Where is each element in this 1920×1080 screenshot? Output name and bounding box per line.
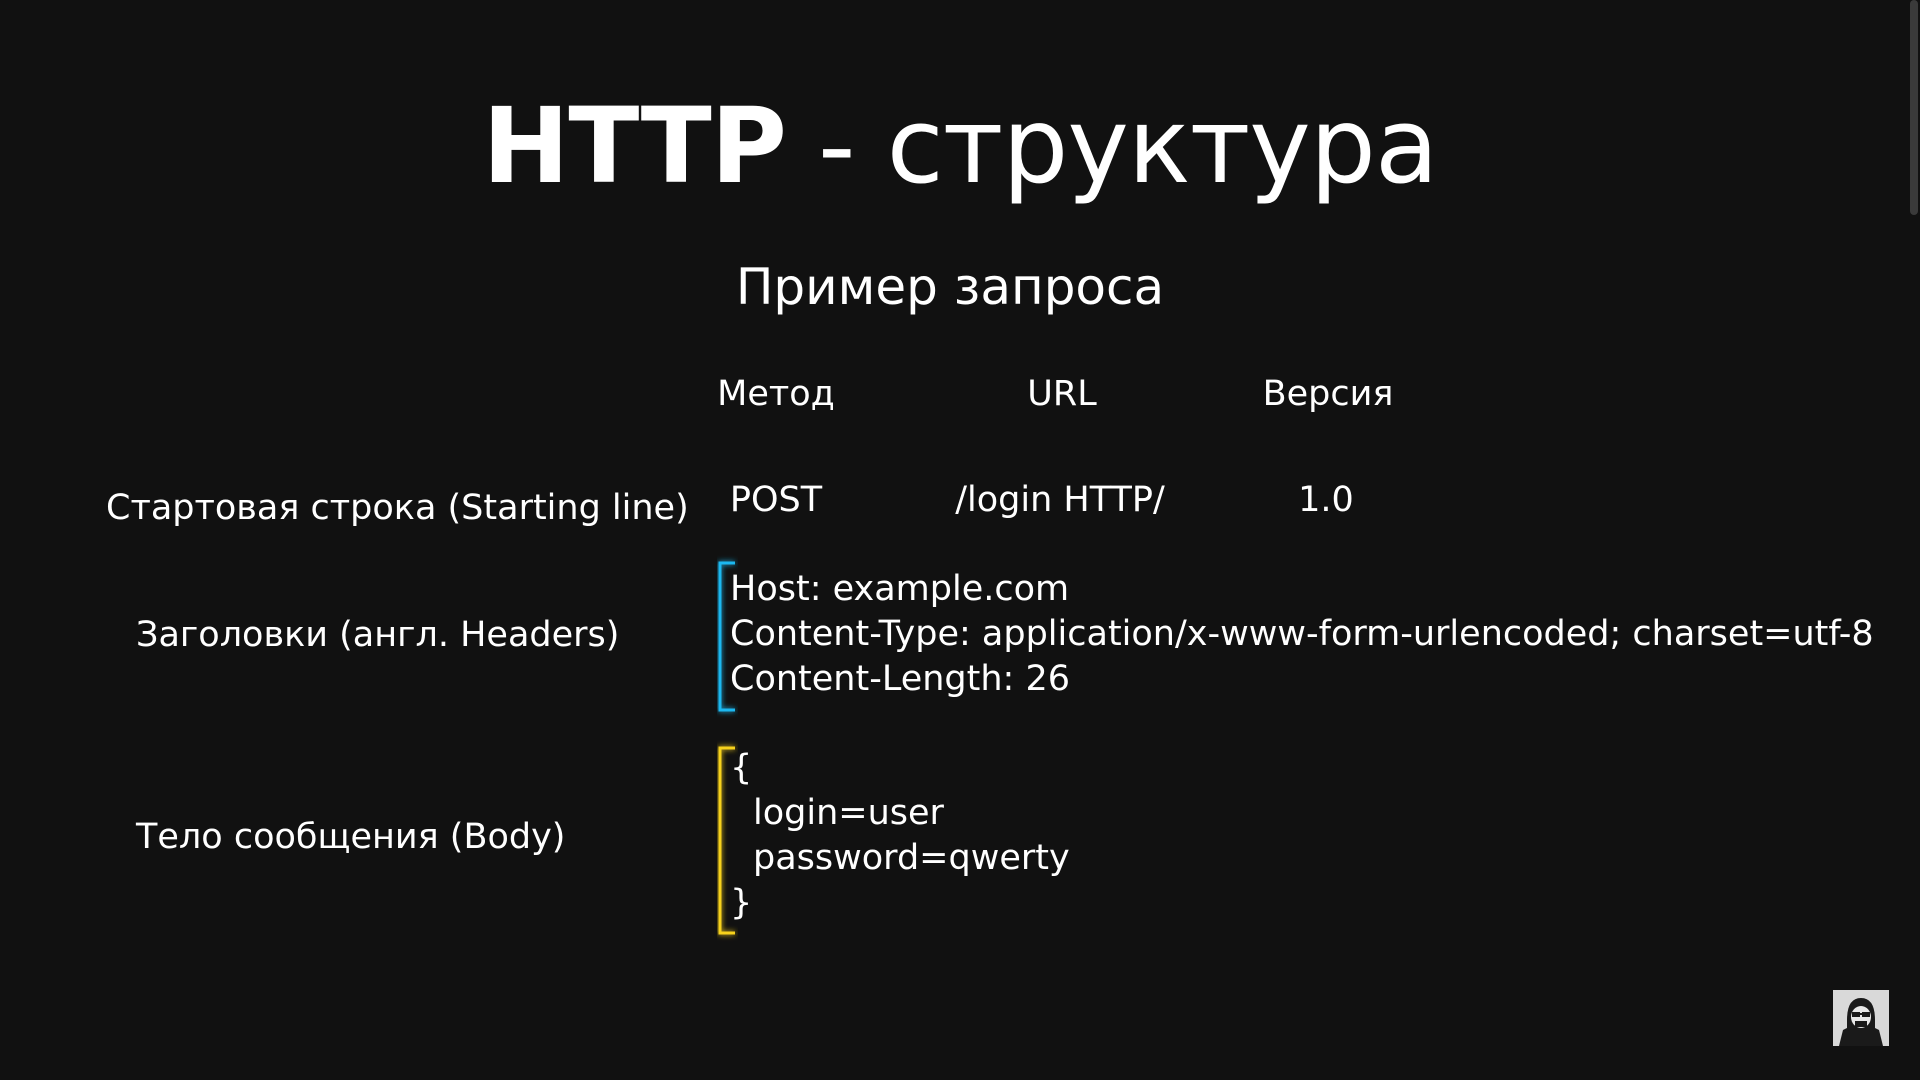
body-line: password=qwerty — [753, 838, 1070, 878]
method-value: POST — [729, 480, 823, 520]
version-value: 1.0 — [1298, 480, 1354, 520]
version-caption: Версия — [1262, 374, 1394, 414]
body-block: { login=user password=qwerty } — [730, 746, 1070, 926]
headers-label: Заголовки (англ. Headers) — [136, 615, 620, 655]
method-caption: Метод — [717, 374, 835, 414]
scrollbar[interactable] — [1910, 0, 1918, 215]
header-line: Content-Type: application/x-www-form-url… — [730, 614, 1874, 654]
body-label: Тело сообщения (Body) — [136, 817, 566, 857]
header-line: Content-Length: 26 — [730, 659, 1071, 699]
body-line: { — [730, 748, 753, 788]
hacker-avatar-icon — [1833, 990, 1889, 1046]
headers-block: Host: example.com Content-Type: applicat… — [730, 567, 1874, 702]
url-caption: URL — [1027, 374, 1097, 414]
start-line-label: Стартовая строка (Starting line) — [106, 488, 689, 528]
body-line: } — [730, 883, 753, 923]
slide: HTTP - структура Пример запроса Метод UR… — [0, 0, 1920, 1080]
header-line: Host: example.com — [730, 569, 1070, 609]
body-line: login=user — [753, 793, 944, 833]
url-value: /login HTTP/ — [955, 480, 1165, 520]
